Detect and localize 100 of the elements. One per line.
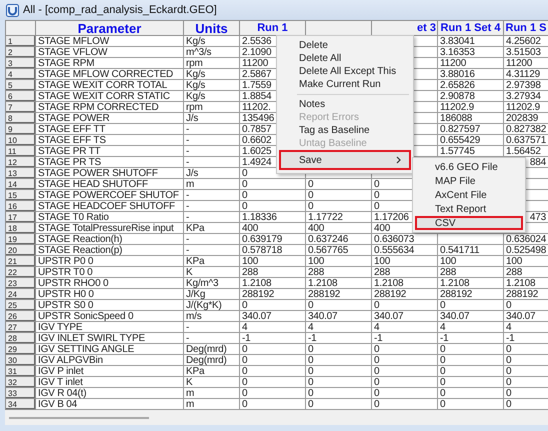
table-cell: 0 (306, 344, 372, 354)
table-cell: 1.2108 (372, 278, 438, 288)
table-cell: m/s (184, 310, 240, 322)
table-cell: KPa (184, 222, 240, 234)
menu-item[interactable]: CSV (415, 216, 523, 230)
table-cell: 288 (438, 266, 504, 278)
row-number: 12 (6, 156, 36, 168)
table-cell: 288192 (372, 288, 438, 300)
table-cell: 0.637246 (306, 234, 372, 244)
table-cell: J/s (184, 168, 240, 178)
row-number: 2 (6, 46, 36, 58)
table-cell: IGV TYPE (36, 322, 184, 332)
row-number: 33 (6, 388, 36, 398)
row-number: 11 (6, 146, 36, 156)
table-cell: 0 (240, 344, 306, 354)
table-cell: Deg(mrd) (184, 354, 240, 366)
table-cell: 0 (504, 354, 548, 366)
table-cell: K (184, 266, 240, 278)
table-cell: STAGE EFF TT (36, 124, 184, 134)
column-header[interactable]: Run 1 S (504, 20, 548, 36)
table-cell: UPSTR P0 0 (36, 256, 184, 266)
table-cell: STAGE RPM (36, 58, 184, 68)
table-cell: 0 (504, 344, 548, 354)
table-cell: Kg/s (184, 68, 240, 80)
table-cell: UPSTR RHO0 0 (36, 278, 184, 288)
table-cell: Kg/m^3 (184, 278, 240, 288)
table-cell: 288192 (438, 288, 504, 300)
table-cell: m (184, 178, 240, 190)
table-cell: -1 (240, 332, 306, 344)
column-header[interactable]: Run 1 (240, 20, 306, 36)
row-number: 23 (6, 278, 36, 288)
table-cell: - (184, 200, 240, 212)
row-number: 28 (6, 332, 36, 344)
table-cell: 0.555634 (372, 244, 438, 256)
table-cell: 4.25602 (504, 36, 548, 46)
table-cell: 4 (306, 322, 372, 332)
table-cell: 100 (438, 256, 504, 266)
table-cell: 3.88016 (438, 68, 504, 80)
table-cell: 1.17722 (306, 212, 372, 222)
table-cell: - (184, 124, 240, 134)
row-number: 19 (6, 234, 36, 244)
table-cell: 100 (372, 256, 438, 266)
table-cell: 0 (306, 376, 372, 388)
table-cell: STAGE PR TT (36, 146, 184, 156)
table-cell: 202839 (504, 112, 548, 124)
row-number: 8 (6, 112, 36, 124)
row-number: 5 (6, 80, 36, 90)
table-cell: - (184, 322, 240, 332)
column-header[interactable]: Run 1 Set 4 (438, 20, 504, 36)
table-cell: STAGE VFLOW (36, 46, 184, 58)
table-cell: 0 (240, 376, 306, 388)
row-number: 4 (6, 68, 36, 80)
menu-item[interactable]: Save (279, 150, 411, 170)
row-number: 21 (6, 256, 36, 266)
table-cell: 0 (438, 366, 504, 376)
table-cell: 4 (240, 322, 306, 332)
table-cell: 0 (306, 178, 372, 190)
table-cell: 0 (438, 388, 504, 398)
table-cell: STAGE POWERCOEF SHUTOF (36, 190, 184, 200)
column-header[interactable]: Parameter (36, 20, 184, 36)
table-cell: 340.07 (372, 310, 438, 322)
row-number: 20 (6, 244, 36, 256)
table-cell: 288 (504, 266, 548, 278)
column-header[interactable]: et 3 (372, 20, 438, 36)
row-number: 27 (6, 322, 36, 332)
row-number: 30 (6, 354, 36, 366)
table-cell: 0.567765 (306, 244, 372, 256)
row-number: 26 (6, 310, 36, 322)
table-cell: 4 (372, 322, 438, 332)
table-cell: 11202.9 (438, 102, 504, 112)
table-cell: 0 (438, 354, 504, 366)
table-cell: 288 (372, 266, 438, 278)
table-cell: KPa (184, 256, 240, 266)
table-cell: 1.2108 (438, 278, 504, 288)
table-cell: J/Kg (184, 288, 240, 300)
table-cell: 11200 (438, 58, 504, 68)
table-cell: 3.27934 (504, 90, 548, 102)
table-cell: 340.07 (306, 310, 372, 322)
table-cell: IGV P inlet (36, 366, 184, 376)
table-cell: m (184, 388, 240, 398)
row-number: 10 (6, 134, 36, 146)
scrollbar-thumb[interactable] (9, 416, 149, 418)
table-cell: -1 (372, 332, 438, 344)
table-cell: 4.31129 (504, 68, 548, 80)
table-cell: STAGE TotalPressureRise input (36, 222, 184, 234)
table-cell: Kg/s (184, 36, 240, 46)
table-cell: 0 (372, 354, 438, 366)
row-number: 22 (6, 266, 36, 278)
table-cell: 400 (240, 222, 306, 234)
table-cell: 2.65826 (438, 80, 504, 90)
table-cell: IGV INLET SWIRL TYPE (36, 332, 184, 344)
table-cell: 0 (438, 376, 504, 388)
table-cell: 340.07 (438, 310, 504, 322)
row-number: 17 (6, 212, 36, 222)
table-cell: 1.2108 (240, 278, 306, 288)
table-cell: 288 (306, 266, 372, 278)
column-header[interactable]: Units (184, 20, 240, 36)
row-number: 14 (6, 178, 36, 190)
window-title: All - [comp_rad_analysis_Eckardt.GEO] (23, 4, 217, 16)
table-cell: 11200 (504, 58, 548, 68)
